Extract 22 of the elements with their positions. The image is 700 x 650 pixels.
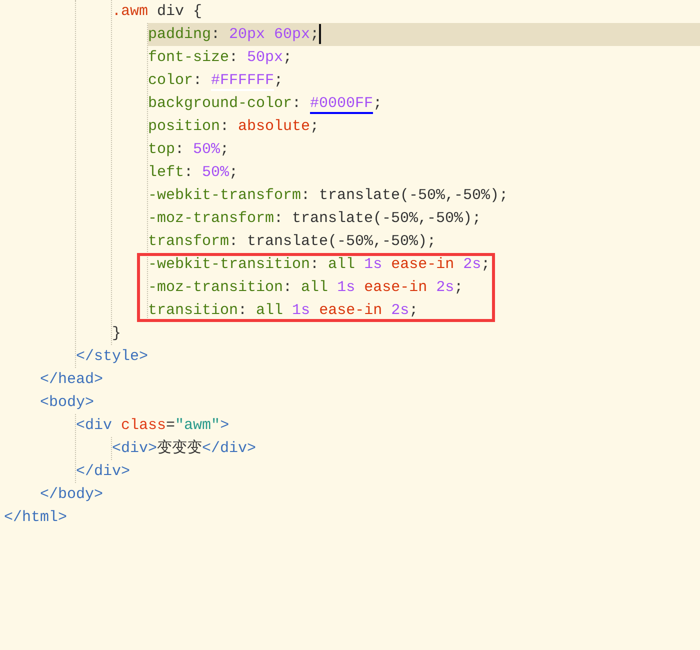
code-line: -webkit-transition: all 1s ease-in 2s; [148,255,492,275]
code-line: font-size: 50px; [148,48,294,68]
code-line: </style> [76,347,150,367]
code-line: left: 50%; [148,163,240,183]
code-line: background-color: #0000FF; [148,94,384,115]
code-line: transition: all 1s ease-in 2s; [148,301,420,321]
code-line: <body> [40,393,96,413]
code-line: position: absolute; [148,117,320,137]
code-line: </head> [40,370,104,390]
code-line: -webkit-transform: translate(-50%,-50%); [148,186,510,206]
code-line: <div class="awm"> [76,416,230,436]
code-line: </html> [4,508,68,528]
code-line: -moz-transition: all 1s ease-in 2s; [148,278,464,298]
code-line: } [112,324,122,344]
code-line: </div> [76,462,132,482]
code-line: top: 50%; [148,140,230,160]
code-line: transform: translate(-50%,-50%); [148,232,438,252]
code-line: -moz-transform: translate(-50%,-50%); [148,209,482,229]
code-line: .awm div { [112,2,204,22]
code-line: color: #FFFFFF; [148,71,284,92]
code-line: </body> [40,485,104,505]
code-line: <div>变变变</div> [112,438,258,459]
